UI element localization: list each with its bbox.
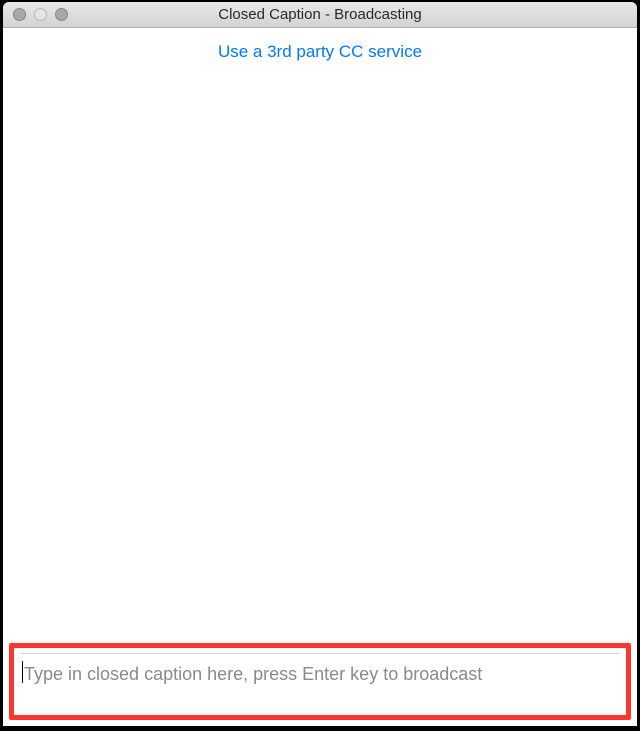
window-controls bbox=[3, 8, 68, 21]
caption-input-highlight bbox=[9, 643, 631, 720]
titlebar: Closed Caption - Broadcasting bbox=[3, 2, 637, 28]
caption-input[interactable] bbox=[20, 654, 620, 685]
third-party-cc-link[interactable]: Use a 3rd party CC service bbox=[218, 42, 422, 61]
link-row: Use a 3rd party CC service bbox=[3, 28, 637, 62]
content-area: Use a 3rd party CC service bbox=[3, 28, 637, 726]
caption-input-container bbox=[20, 653, 620, 685]
caption-display-area bbox=[3, 62, 637, 643]
closed-caption-window: Closed Caption - Broadcasting Use a 3rd … bbox=[3, 2, 637, 726]
text-cursor-icon bbox=[22, 661, 23, 683]
close-window-button[interactable] bbox=[13, 8, 26, 21]
maximize-window-button[interactable] bbox=[55, 8, 68, 21]
window-title: Closed Caption - Broadcasting bbox=[3, 6, 637, 23]
minimize-window-button[interactable] bbox=[34, 8, 47, 21]
